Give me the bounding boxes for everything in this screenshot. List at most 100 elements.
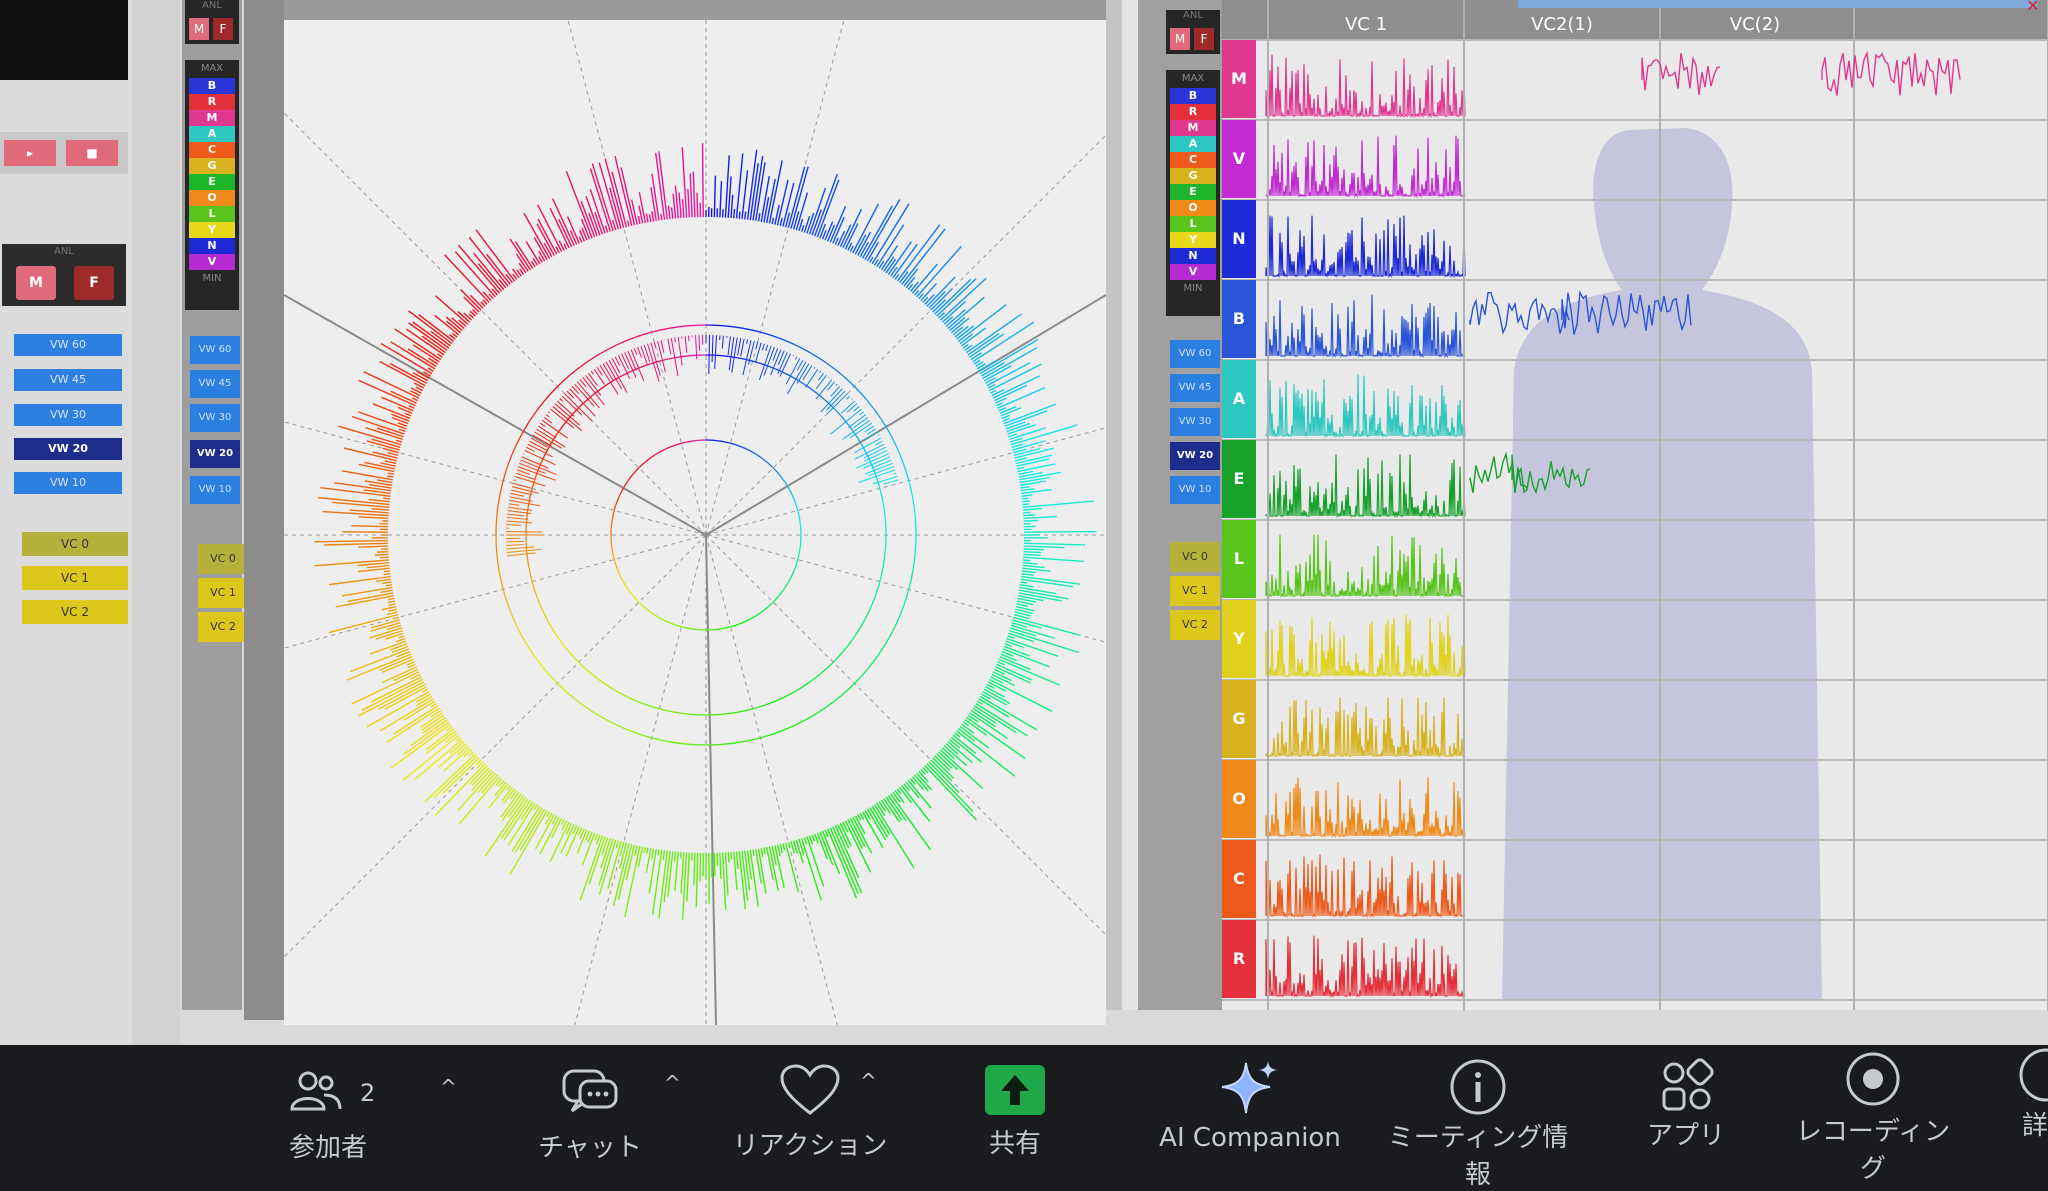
row-label-n: N — [1222, 200, 1256, 278]
recording-button[interactable]: レコーディング — [1788, 1045, 1958, 1152]
color-key-g: G — [189, 158, 235, 174]
info-icon — [1448, 1057, 1508, 1117]
anl-box: ANL M F — [2, 244, 126, 306]
vc-2-button[interactable]: VC 2 — [1170, 610, 1220, 640]
play-button[interactable]: ▸ — [4, 140, 56, 166]
vc-0-button[interactable]: VC 0 — [22, 532, 128, 556]
vw-30-button[interactable]: VW 30 — [14, 404, 122, 426]
vw-10-button[interactable]: VW 10 — [14, 472, 122, 494]
color-key-v: V — [189, 254, 235, 270]
row-label-a: A — [1222, 360, 1256, 438]
min-label: MIN — [1166, 280, 1220, 298]
vw-45-button[interactable]: VW 45 — [190, 370, 240, 398]
share-screen-icon — [985, 1065, 1045, 1115]
anl-label: ANL — [185, 0, 239, 11]
male-button[interactable]: M — [1170, 28, 1190, 50]
vc-0-button[interactable]: VC 0 — [1170, 542, 1220, 572]
color-key-l: L — [1170, 216, 1216, 232]
header-vc2-1: VC2(1) — [1464, 14, 1660, 36]
vw-20-button[interactable]: VW 20 — [14, 438, 122, 460]
recording-label: レコーディング — [1788, 1111, 1958, 1185]
row-label-c: C — [1222, 840, 1256, 918]
male-button[interactable]: M — [189, 18, 209, 40]
female-button[interactable]: F — [213, 18, 233, 40]
waveform-r — [1266, 936, 1465, 996]
reactions-button[interactable]: リアクション — [720, 1045, 900, 1152]
chat-caret[interactable]: ^ — [664, 1071, 681, 1095]
radial-spectrum-svg — [284, 20, 1106, 1025]
waveform-e — [1266, 455, 1465, 516]
vc-0-button[interactable]: VC 0 — [198, 544, 248, 574]
color-key-rows: BRMACGEOLYNV — [1166, 88, 1220, 280]
waveform-b — [1266, 295, 1465, 356]
color-key-c: C — [189, 142, 235, 158]
vc-1-button[interactable]: VC 1 — [22, 566, 128, 590]
vw-45-button[interactable]: VW 45 — [14, 369, 122, 391]
vc-2-button[interactable]: VC 2 — [198, 612, 248, 642]
details-button[interactable]: 詳 — [2010, 1045, 2048, 1152]
participant-count: 2 — [360, 1079, 375, 1107]
ai-companion-label: AI Companion — [1140, 1123, 1360, 1153]
stop-button[interactable]: ■ — [66, 140, 118, 166]
chat-button[interactable]: チャット — [530, 1045, 650, 1152]
color-key-r: R — [189, 94, 235, 110]
waveform-v — [1266, 136, 1465, 196]
vw-45-button[interactable]: VW 45 — [1170, 374, 1220, 402]
vw-10-button[interactable]: VW 10 — [190, 476, 240, 504]
gutter — [132, 0, 180, 1045]
ai-companion-icon — [1218, 1059, 1282, 1117]
waveform-m — [1266, 55, 1465, 116]
vc-2-button[interactable]: VC 2 — [22, 600, 128, 624]
vw-20-button[interactable]: VW 20 — [190, 440, 240, 468]
vw-60-button[interactable]: VW 60 — [190, 336, 240, 364]
color-key-n: N — [189, 238, 235, 254]
color-key-o: O — [1170, 200, 1216, 216]
row-label-o: O — [1222, 760, 1256, 838]
color-key-rows: BRMACGEOLYNV — [185, 78, 239, 270]
meeting-info-button[interactable]: ミーティング情報 — [1378, 1045, 1578, 1152]
vc-1-button[interactable]: VC 1 — [198, 578, 248, 608]
color-key-a: A — [189, 126, 235, 142]
male-button[interactable]: M — [16, 266, 56, 300]
waveform-y — [1266, 615, 1465, 676]
reactions-caret[interactable]: ^ — [860, 1069, 877, 1093]
waveform-g — [1266, 698, 1465, 756]
color-key-n: N — [1170, 248, 1216, 264]
color-key-m: M — [189, 110, 235, 126]
color-key-o: O — [189, 190, 235, 206]
waveform-grid-svg — [1222, 0, 2048, 1010]
female-button[interactable]: F — [1194, 28, 1214, 50]
header-vc-2: VC(2) — [1660, 14, 1850, 36]
apps-icon — [1656, 1055, 1716, 1115]
heart-icon — [779, 1063, 841, 1117]
vw-10-button[interactable]: VW 10 — [1170, 476, 1220, 504]
vw-60-button[interactable]: VW 60 — [14, 334, 122, 356]
color-key-l: L — [189, 206, 235, 222]
waveform-l — [1266, 535, 1465, 596]
female-button[interactable]: F — [74, 266, 114, 300]
figure-silhouette — [1502, 128, 1822, 1000]
share-button[interactable]: 共有 — [955, 1045, 1075, 1152]
reactions-label: リアクション — [720, 1125, 900, 1162]
vw-30-button[interactable]: VW 30 — [1170, 408, 1220, 436]
participants-button[interactable]: 2 参加者 — [268, 1045, 388, 1152]
meeting-info-label: ミーティング情報 — [1378, 1117, 1578, 1191]
color-key-r: R — [1170, 104, 1216, 120]
header-vc1: VC 1 — [1268, 14, 1464, 36]
apps-button[interactable]: アプリ — [1626, 1045, 1746, 1152]
vc-1-button[interactable]: VC 1 — [1170, 576, 1220, 606]
color-key-g: G — [1170, 168, 1216, 184]
close-icon[interactable]: ✕ — [2018, 0, 2048, 14]
meeting-toolbar: 2 参加者 ^ チャット ^ リアクション ^ 共有 AI Companion — [0, 1045, 2048, 1152]
color-key-b: B — [189, 78, 235, 94]
vw-30-button[interactable]: VW 30 — [190, 404, 240, 432]
details-label: 詳 — [2010, 1105, 2048, 1142]
participants-caret[interactable]: ^ — [440, 1075, 457, 1099]
row-label-m: M — [1222, 40, 1256, 118]
divider — [1106, 0, 1122, 1010]
vw-60-button[interactable]: VW 60 — [1170, 340, 1220, 368]
color-key-column: ANL M F MAX BRMACGEOLYNV MIN VW 60 VW 45… — [182, 0, 242, 1010]
ai-companion-button[interactable]: AI Companion — [1140, 1045, 1360, 1152]
waveform-n — [1266, 216, 1465, 276]
vw-20-button[interactable]: VW 20 — [1170, 442, 1220, 470]
